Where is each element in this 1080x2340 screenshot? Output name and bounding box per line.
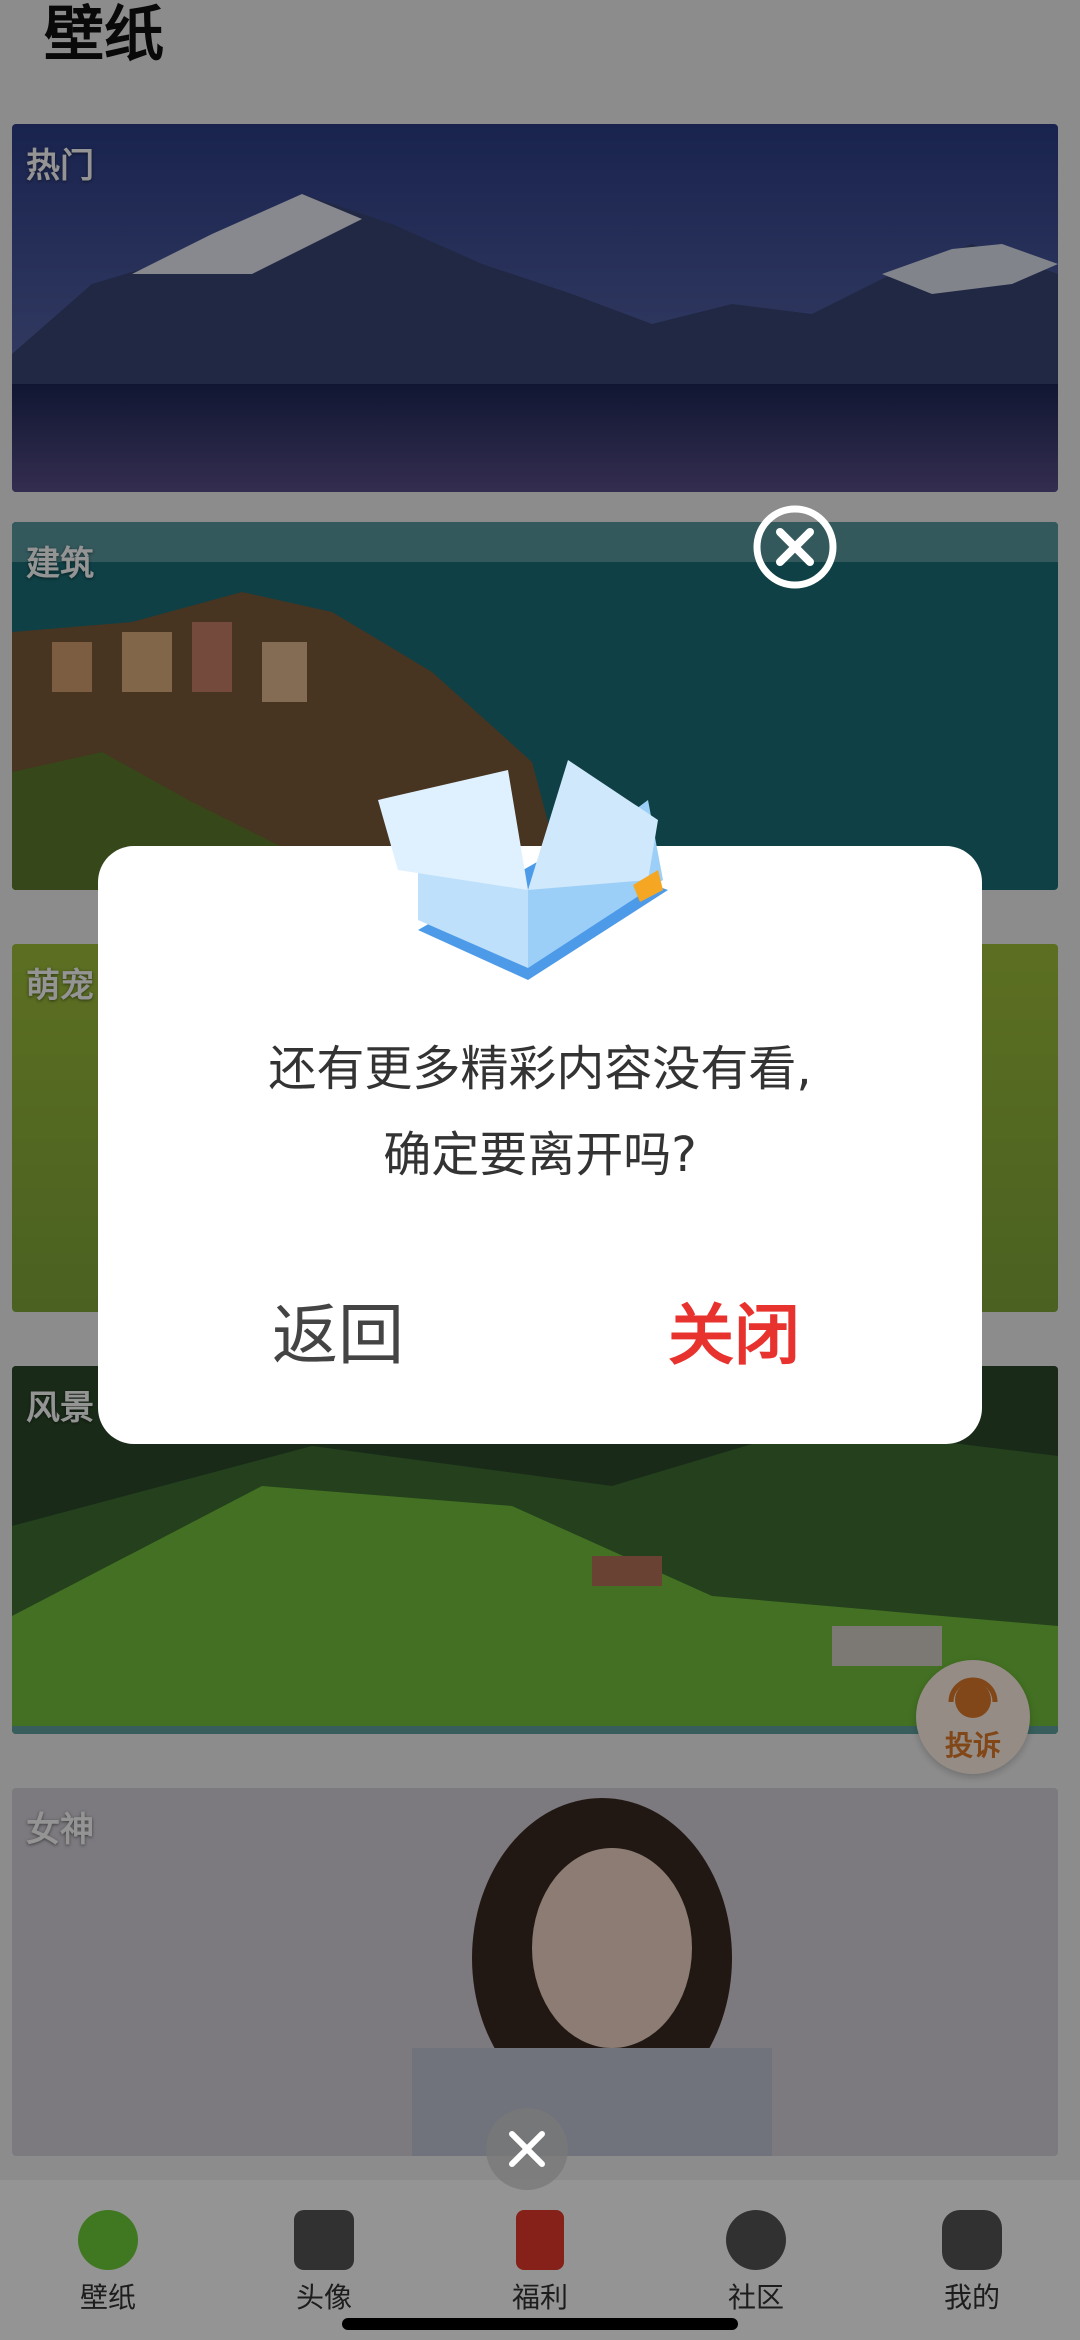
back-button[interactable]: 返回 bbox=[272, 1296, 404, 1376]
dialog-message-line1: 还有更多精彩内容没有看, bbox=[268, 1041, 812, 1097]
home-indicator bbox=[342, 2318, 738, 2330]
close-icon bbox=[509, 2131, 545, 2167]
open-book-icon bbox=[378, 760, 668, 980]
close-button[interactable]: 关闭 bbox=[668, 1296, 800, 1376]
ad-close-button[interactable] bbox=[486, 2108, 568, 2190]
dialog-close-icon[interactable] bbox=[752, 504, 838, 590]
dialog-message: 还有更多精彩内容没有看, 确定要离开吗? bbox=[98, 1026, 982, 1198]
dialog-message-line2: 确定要离开吗? bbox=[383, 1127, 697, 1183]
